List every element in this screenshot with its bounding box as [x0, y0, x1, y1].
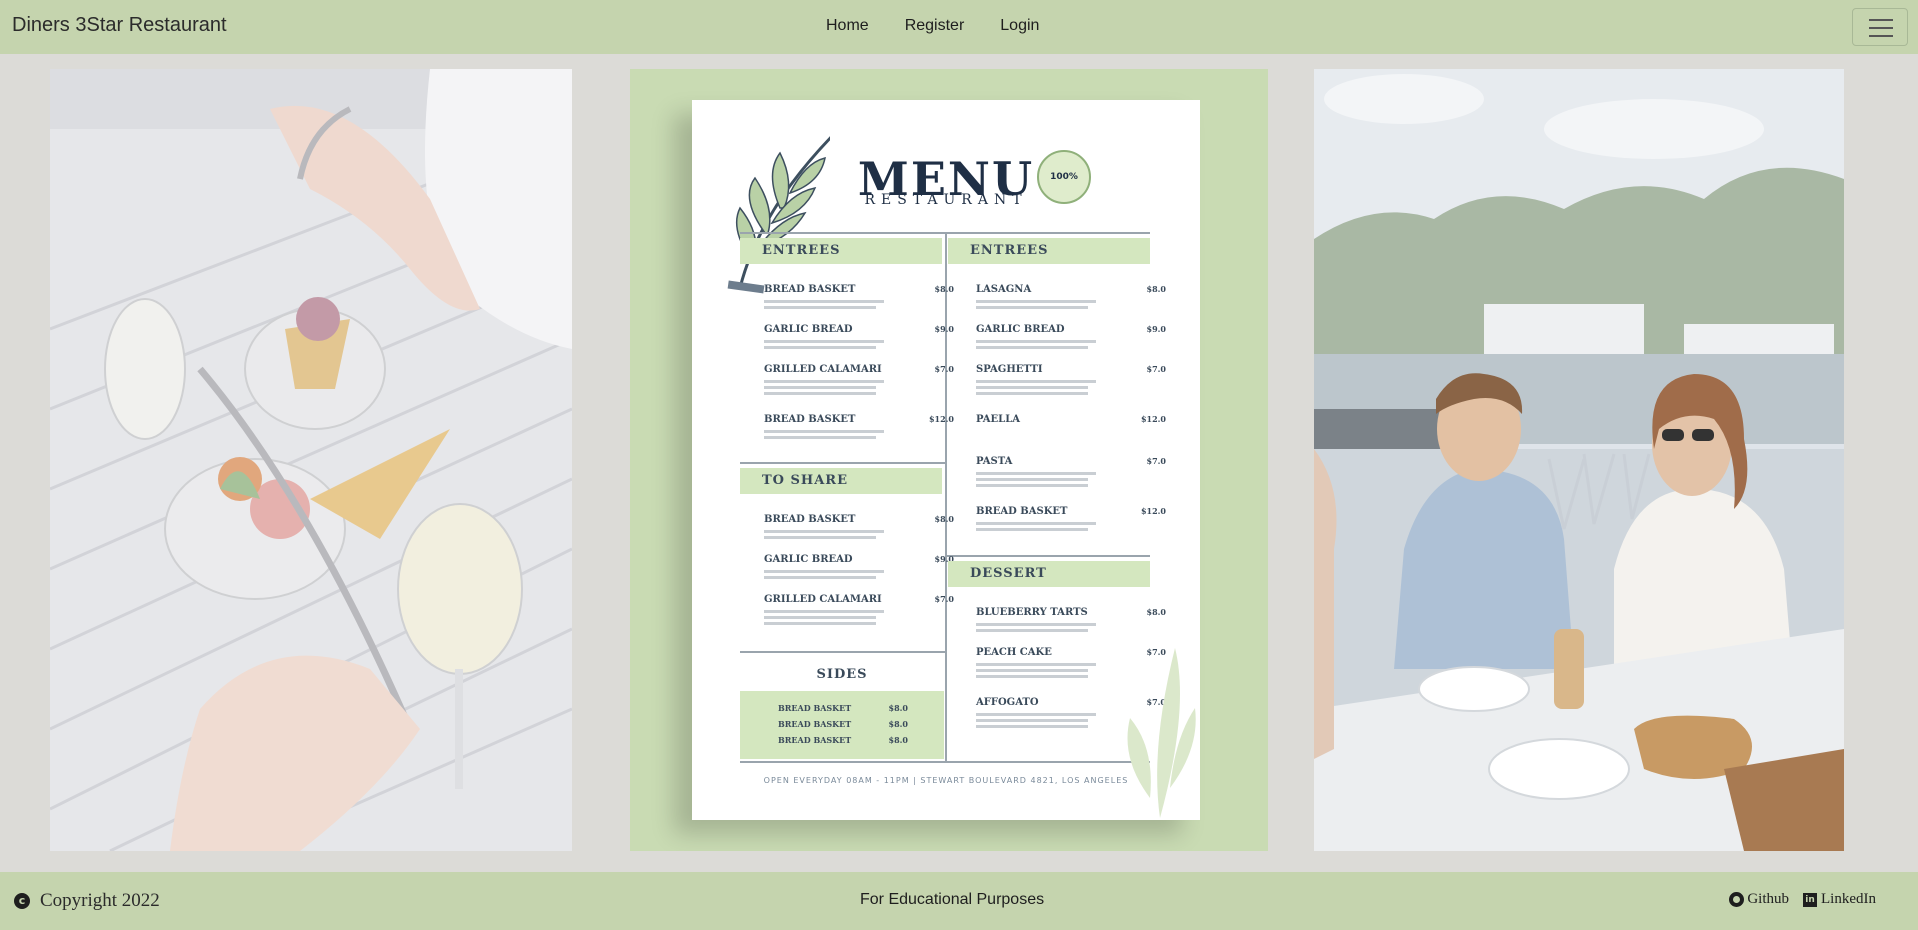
nav-login-link[interactable]: Login	[1000, 17, 1039, 35]
menu-item-price: $9.0	[1146, 324, 1166, 334]
menu-item: BREAD BASKET $12.0	[976, 506, 1166, 531]
leaf-decoration-icon	[1127, 648, 1196, 818]
educational-note: For Educational Purposes	[860, 891, 1045, 908]
menu-divider	[945, 555, 1150, 557]
menu-item-name: BREAD BASKET	[778, 735, 852, 745]
menu-item-name: GARLIC BREAD	[976, 324, 1065, 335]
github-link[interactable]: Github	[1729, 891, 1789, 908]
menu-column-divider	[945, 232, 947, 762]
menu-item-name: BREAD BASKET	[778, 703, 852, 713]
menu-item-price: $8.0	[934, 514, 954, 524]
menu-item: GARLIC BREAD $9.0	[764, 554, 954, 579]
brand-link[interactable]: Diners 3Star Restaurant	[12, 14, 227, 37]
menu-item-name: BREAD BASKET	[764, 514, 856, 525]
menu-item-price: $9.0	[934, 324, 954, 334]
menu-item-price: $8.0	[934, 284, 954, 294]
section-heading: ENTREES	[740, 238, 942, 264]
linkedin-icon: in	[1803, 892, 1818, 907]
menu-item-name: PASTA	[976, 456, 1013, 467]
menu-item-name: SPAGHETTI	[976, 364, 1043, 375]
leaf-icon	[727, 136, 830, 294]
menu-item-price: $7.0	[1146, 364, 1166, 374]
friends-toasting-photo	[1314, 69, 1844, 851]
menu-item-price: $8.0	[1146, 284, 1166, 294]
menu-item-name: PAELLA	[976, 414, 1020, 425]
github-icon	[1729, 892, 1745, 907]
menu-item-price: $7.0	[934, 594, 954, 604]
menu-item: BREAD BASKET $8.0	[778, 703, 908, 713]
menu-item-name: GRILLED CALAMARI	[764, 594, 882, 605]
menu-item: PAELLA $12.0	[976, 414, 1166, 425]
menu-item-price: $7.0	[1146, 456, 1166, 466]
menu-item-price: $8.0	[888, 703, 908, 713]
menu-item: SPAGHETTI $7.0	[976, 364, 1166, 395]
menu-divider	[740, 761, 1150, 763]
menu-item-price: $12.0	[928, 414, 954, 424]
friends-toasting-image	[1314, 69, 1844, 851]
github-label: Github	[1747, 891, 1790, 907]
menu-item-name: BREAD BASKET	[976, 506, 1068, 517]
menu-item-price: $8.0	[888, 719, 908, 729]
menu-footer: OPEN EVERYDAY 08AM - 11PM | STEWART BOUL…	[763, 776, 1129, 785]
menu-item: GARLIC BREAD $9.0	[976, 324, 1166, 349]
dessert-photo-image	[50, 69, 572, 851]
menu-item: BREAD BASKET $8.0	[764, 284, 954, 309]
menu-card: MENU RESTAURANT 100% ENTREES BREAD BASKE…	[692, 100, 1200, 820]
menu-item-name: BLUEBERRY TARTS	[976, 607, 1088, 618]
copyright-text: Copyright 2022	[40, 890, 160, 911]
copyright-icon: c	[14, 893, 30, 909]
menu-divider	[740, 651, 945, 653]
menu-item-name: LASAGNA	[976, 284, 1032, 295]
linkedin-link[interactable]: in LinkedIn	[1803, 891, 1876, 908]
sides-box: BREAD BASKET $8.0 BREAD BASKET $8.0 BREAD …	[740, 691, 944, 759]
menu-item-name: BREAD BASKET	[764, 284, 856, 295]
menu-subtitle: RESTAURANT	[864, 192, 1028, 208]
menu-item-name: GARLIC BREAD	[764, 324, 853, 335]
nav-links: Home Register Login	[826, 17, 1075, 35]
social-links: Github in LinkedIn	[1715, 891, 1876, 908]
menu-item-price: $8.0	[888, 735, 908, 745]
menu-item: GARLIC BREAD $9.0	[764, 324, 954, 349]
section-heading: TO SHARE	[740, 468, 942, 494]
menu-divider	[740, 462, 945, 464]
menu-item-price: $7.0	[934, 364, 954, 374]
menu-item: LASAGNA $8.0	[976, 284, 1166, 309]
navbar: Diners 3Star Restaurant Home Register Lo…	[0, 0, 1918, 54]
menu-item: BREAD BASKET $12.0	[764, 414, 954, 439]
menu-item: GRILLED CALAMARI $7.0	[764, 364, 954, 395]
menu-item-name: BREAD BASKET	[764, 414, 856, 425]
menu-item: PASTA $7.0	[976, 456, 1166, 487]
hamburger-icon	[1869, 19, 1893, 21]
menu-photo: MENU RESTAURANT 100% ENTREES BREAD BASKE…	[630, 69, 1268, 851]
footer: c Copyright 2022 For Educational Purpose…	[0, 872, 1918, 930]
section-heading: DESSERT	[948, 561, 1150, 587]
menu-item-price: $12.0	[1140, 506, 1166, 516]
nav-home-link[interactable]: Home	[826, 17, 869, 35]
menu-item: GRILLED CALAMARI $7.0	[764, 594, 954, 625]
menu-item-name: BREAD BASKET	[778, 719, 852, 729]
linkedin-label: LinkedIn	[1821, 891, 1876, 907]
menu-item-name: GARLIC BREAD	[764, 554, 853, 565]
section-heading: ENTREES	[948, 238, 1150, 264]
navbar-toggler-button[interactable]	[1852, 8, 1908, 46]
menu-item: BREAD BASKET $8.0	[764, 514, 954, 539]
menu-item-name: GRILLED CALAMARI	[764, 364, 882, 375]
menu-item-price: $12.0	[1140, 414, 1166, 424]
menu-item-price: $8.0	[1146, 607, 1166, 617]
quality-badge: 100%	[1037, 150, 1091, 204]
dessert-photo	[50, 69, 572, 851]
section-heading: SIDES	[816, 667, 868, 682]
menu-item: BREAD BASKET $8.0	[778, 735, 908, 745]
menu-item: BREAD BASKET $8.0	[778, 719, 908, 729]
nav-register-link[interactable]: Register	[905, 17, 965, 35]
copyright: c Copyright 2022	[14, 890, 160, 912]
